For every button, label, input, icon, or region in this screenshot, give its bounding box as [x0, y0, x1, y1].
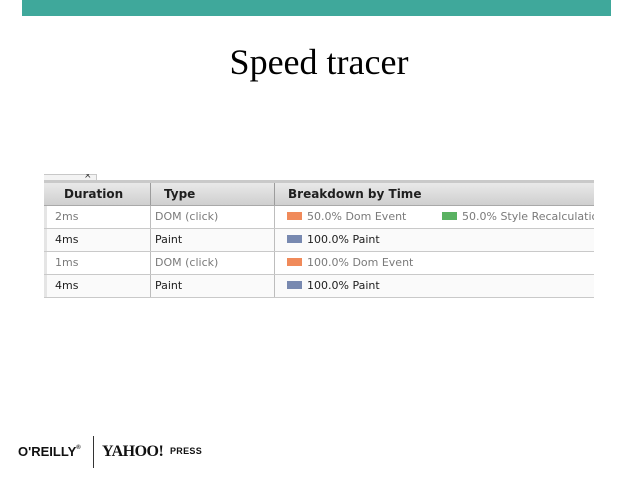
breakdown-segment: 50.0% Style Recalculation [442, 206, 594, 228]
breakdown-label: 100.0% Paint [307, 233, 380, 246]
breakdown-label: 100.0% Paint [307, 279, 380, 292]
table-header: Duration Type Breakdown by Time [44, 183, 594, 206]
color-swatch [287, 212, 302, 220]
oreilly-logo: O'REILLY® [18, 444, 81, 459]
table-row[interactable]: 2ms DOM (click) 50.0% Dom Event 50.0% Style… [44, 206, 594, 229]
type-cell: DOM (click) [155, 256, 219, 269]
color-swatch [287, 235, 302, 243]
breakdown-segment: 100.0% Paint [287, 275, 380, 297]
column-header-duration[interactable]: Duration [44, 183, 150, 205]
registered-mark: ® [76, 445, 81, 451]
type-cell: DOM (click) [155, 210, 219, 223]
column-header-breakdown[interactable]: Breakdown by Time [275, 183, 594, 205]
type-cell: Paint [155, 279, 183, 292]
duration-cell: 4ms [55, 279, 79, 292]
row-divider [274, 229, 275, 251]
row-divider [274, 275, 275, 297]
table-row[interactable]: 4ms Paint 100.0% Paint [44, 275, 594, 298]
speed-tracer-table: ⨯ Duration Type Breakdown by Time 2ms DOM… [44, 174, 594, 298]
breakdown-segment: 50.0% Dom Event [287, 206, 406, 228]
logo-divider [93, 436, 94, 468]
column-header-type[interactable]: Type [151, 183, 274, 205]
breakdown-label: 100.0% Dom Event [307, 256, 414, 269]
type-cell: Paint [155, 233, 183, 246]
duration-cell: 4ms [55, 233, 79, 246]
color-swatch [287, 281, 302, 289]
breakdown-segment: 100.0% Dom Event [287, 252, 413, 274]
duration-cell: 1ms [55, 256, 79, 269]
color-swatch [287, 258, 302, 266]
table-row[interactable]: 1ms DOM (click) 100.0% Dom Event [44, 252, 594, 275]
row-divider [274, 252, 275, 274]
breakdown-label: 50.0% Style Recalculation [462, 210, 594, 223]
oreilly-logo-text: O'REILLY [18, 444, 77, 459]
color-swatch [442, 212, 457, 220]
press-label: PRESS [170, 446, 203, 456]
top-accent-bar [22, 0, 611, 16]
row-divider [274, 206, 275, 228]
duration-cell: 2ms [55, 210, 79, 223]
slide-title: Speed tracer [229, 42, 409, 82]
slide: Speed tracer ⨯ Duration Type Breakdown b… [0, 0, 638, 478]
table-row[interactable]: 4ms Paint 100.0% Paint [44, 229, 594, 252]
breakdown-label: 50.0% Dom Event [307, 210, 407, 223]
breakdown-segment: 100.0% Paint [287, 229, 380, 251]
yahoo-logo: YAHOO! [102, 443, 164, 460]
